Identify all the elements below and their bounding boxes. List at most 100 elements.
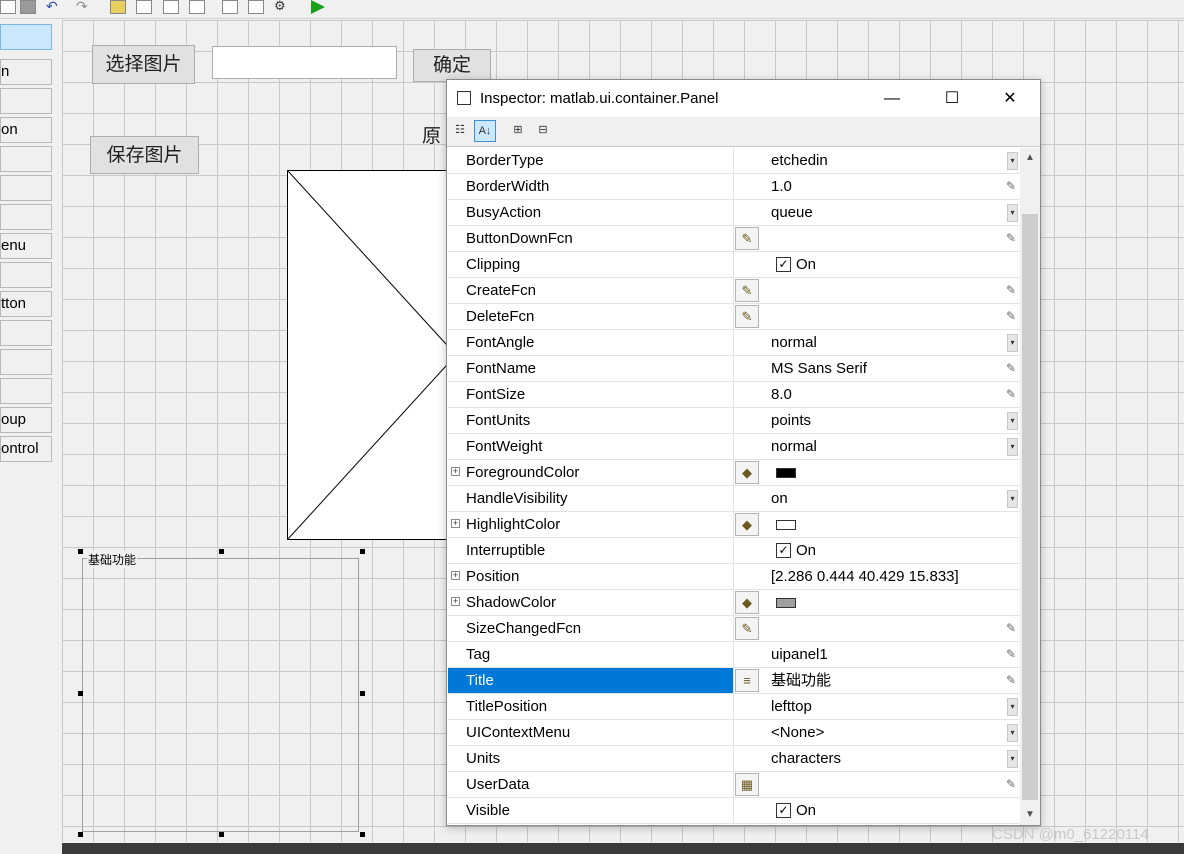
property-name[interactable]: CreateFcn bbox=[448, 278, 734, 303]
expand-icon[interactable]: + bbox=[451, 597, 460, 606]
property-name[interactable]: Tag bbox=[448, 642, 734, 667]
property-name[interactable]: ForegroundColor bbox=[448, 460, 734, 485]
property-row-userdata[interactable]: UserData ▦ ✎ bbox=[448, 772, 1020, 798]
property-name[interactable]: SizeChangedFcn bbox=[448, 616, 734, 641]
collapse-all-icon[interactable]: ⊟ bbox=[532, 120, 554, 142]
copy-icon[interactable] bbox=[20, 0, 36, 14]
property-name[interactable]: DeleteFcn bbox=[448, 304, 734, 329]
palette-item[interactable] bbox=[0, 349, 52, 375]
undo-icon[interactable]: ↶ bbox=[46, 0, 58, 15]
palette-item[interactable]: on bbox=[0, 117, 52, 143]
property-value[interactable]: on bbox=[771, 486, 788, 511]
palette-item[interactable] bbox=[0, 204, 52, 230]
page-icon[interactable] bbox=[0, 0, 16, 14]
run-icon[interactable] bbox=[311, 0, 325, 14]
callback-editor-icon[interactable]: ✎ bbox=[735, 279, 759, 302]
property-value[interactable]: MS Sans Serif bbox=[771, 356, 867, 381]
property-row-uicontextmenu[interactable]: UIContextMenu <None> ▾ bbox=[448, 720, 1020, 746]
property-value[interactable]: 1.0 bbox=[771, 174, 792, 199]
confirm-button[interactable]: 确定 bbox=[413, 49, 491, 82]
property-value[interactable]: points bbox=[771, 408, 811, 433]
edit-pencil-icon[interactable]: ✎ bbox=[1006, 361, 1016, 375]
property-row-borderwidth[interactable]: BorderWidth 1.0 ✎ bbox=[448, 174, 1020, 200]
palette-item[interactable] bbox=[0, 24, 52, 50]
property-row-visible[interactable]: Visible ✓ On bbox=[448, 798, 1020, 824]
property-inspector-icon[interactable] bbox=[248, 0, 264, 14]
edit-pencil-icon[interactable]: ✎ bbox=[1006, 283, 1016, 297]
menu-editor-icon[interactable] bbox=[136, 0, 152, 14]
color-swatch[interactable] bbox=[776, 598, 796, 608]
property-row-titleposition[interactable]: TitlePosition lefttop ▾ bbox=[448, 694, 1020, 720]
sort-alphabetical-icon[interactable]: A↓ bbox=[474, 120, 496, 142]
property-row-shadowcolor[interactable]: ShadowColor + ◆ bbox=[448, 590, 1020, 616]
palette-item[interactable]: tton bbox=[0, 291, 52, 317]
dropdown-arrow-icon[interactable]: ▾ bbox=[1007, 724, 1018, 742]
property-name[interactable]: Visible bbox=[448, 798, 734, 823]
property-row-tag[interactable]: Tag uipanel1 ✎ bbox=[448, 642, 1020, 668]
inspector-titlebar[interactable]: Inspector: matlab.ui.container.Panel — ☐… bbox=[447, 80, 1040, 117]
property-row-fontname[interactable]: FontName MS Sans Serif ✎ bbox=[448, 356, 1020, 382]
palette-item[interactable] bbox=[0, 320, 52, 346]
property-row-handlevisibility[interactable]: HandleVisibility on ▾ bbox=[448, 486, 1020, 512]
property-grid-scrollbar[interactable]: ▲ ▼ bbox=[1020, 148, 1040, 825]
property-row-busyaction[interactable]: BusyAction queue ▾ bbox=[448, 200, 1020, 226]
image-axes[interactable] bbox=[287, 170, 457, 540]
minimize-button[interactable]: — bbox=[869, 80, 915, 117]
palette-item[interactable] bbox=[0, 175, 52, 201]
checkbox[interactable]: ✓ bbox=[776, 257, 791, 272]
property-name[interactable]: Units bbox=[448, 746, 734, 771]
edit-pencil-icon[interactable]: ✎ bbox=[1006, 777, 1016, 791]
property-name[interactable]: ButtonDownFcn bbox=[448, 226, 734, 251]
text-editor-icon[interactable]: ≡ bbox=[735, 669, 759, 692]
property-value[interactable]: lefttop bbox=[771, 694, 812, 719]
edit-pencil-icon[interactable]: ✎ bbox=[1006, 673, 1016, 687]
property-name[interactable]: TitlePosition bbox=[448, 694, 734, 719]
select-image-button[interactable]: 选择图片 bbox=[92, 45, 195, 84]
tab-order-icon[interactable] bbox=[163, 0, 179, 14]
color-swatch[interactable] bbox=[776, 520, 796, 530]
resize-handle-top[interactable] bbox=[219, 549, 224, 554]
palette-item[interactable]: enu bbox=[0, 233, 52, 259]
property-value[interactable]: uipanel1 bbox=[771, 642, 828, 667]
save-image-button[interactable]: 保存图片 bbox=[90, 136, 199, 174]
property-name[interactable]: BorderType bbox=[448, 148, 734, 173]
edit-pencil-icon[interactable]: ✎ bbox=[1006, 621, 1016, 635]
property-row-fontangle[interactable]: FontAngle normal ▾ bbox=[448, 330, 1020, 356]
edit-pencil-icon[interactable]: ✎ bbox=[1006, 647, 1016, 661]
property-name[interactable]: UserData bbox=[448, 772, 734, 797]
resize-handle-right[interactable] bbox=[360, 691, 365, 696]
resize-handle-top-right[interactable] bbox=[360, 549, 365, 554]
expand-icon[interactable]: + bbox=[451, 467, 460, 476]
property-row-buttondownfcn[interactable]: ButtonDownFcn ✎ ✎ bbox=[448, 226, 1020, 252]
property-value[interactable]: <None> bbox=[771, 720, 824, 745]
property-value[interactable]: 8.0 bbox=[771, 382, 792, 407]
property-row-fontunits[interactable]: FontUnits points ▾ bbox=[448, 408, 1020, 434]
resize-handle-bottom[interactable] bbox=[219, 832, 224, 837]
expand-all-icon[interactable]: ⊞ bbox=[507, 120, 529, 142]
property-value[interactable]: [2.286 0.444 40.429 15.833] bbox=[771, 564, 959, 589]
color-picker-icon[interactable]: ◆ bbox=[735, 591, 759, 614]
path-edit-field[interactable] bbox=[212, 46, 397, 79]
scrollbar-thumb[interactable] bbox=[1022, 214, 1038, 800]
align-icon[interactable] bbox=[110, 0, 126, 14]
property-row-sizechangedfcn[interactable]: SizeChangedFcn ✎ ✎ bbox=[448, 616, 1020, 642]
property-value[interactable]: 基础功能 bbox=[771, 668, 831, 693]
scroll-down-icon[interactable]: ▼ bbox=[1020, 805, 1040, 825]
property-row-clipping[interactable]: Clipping ✓ On bbox=[448, 252, 1020, 278]
dropdown-arrow-icon[interactable]: ▾ bbox=[1007, 438, 1018, 456]
dropdown-arrow-icon[interactable]: ▾ bbox=[1007, 698, 1018, 716]
property-name[interactable]: Interruptible bbox=[448, 538, 734, 563]
property-value[interactable]: etchedin bbox=[771, 148, 828, 173]
resize-handle-bottom-left[interactable] bbox=[78, 832, 83, 837]
property-name[interactable]: HandleVisibility bbox=[448, 486, 734, 511]
resize-handle-bottom-right[interactable] bbox=[360, 832, 365, 837]
property-row-fontsize[interactable]: FontSize 8.0 ✎ bbox=[448, 382, 1020, 408]
property-name[interactable]: HighlightColor bbox=[448, 512, 734, 537]
edit-pencil-icon[interactable]: ✎ bbox=[1006, 309, 1016, 323]
property-name[interactable]: ShadowColor bbox=[448, 590, 734, 615]
property-row-title[interactable]: Title ≡ 基础功能 ✎ bbox=[448, 668, 1020, 694]
property-row-bordertype[interactable]: BorderType etchedin ▾ bbox=[448, 148, 1020, 174]
property-row-fontweight[interactable]: FontWeight normal ▾ bbox=[448, 434, 1020, 460]
palette-item[interactable] bbox=[0, 378, 52, 404]
resize-handle-top-left[interactable] bbox=[78, 549, 83, 554]
